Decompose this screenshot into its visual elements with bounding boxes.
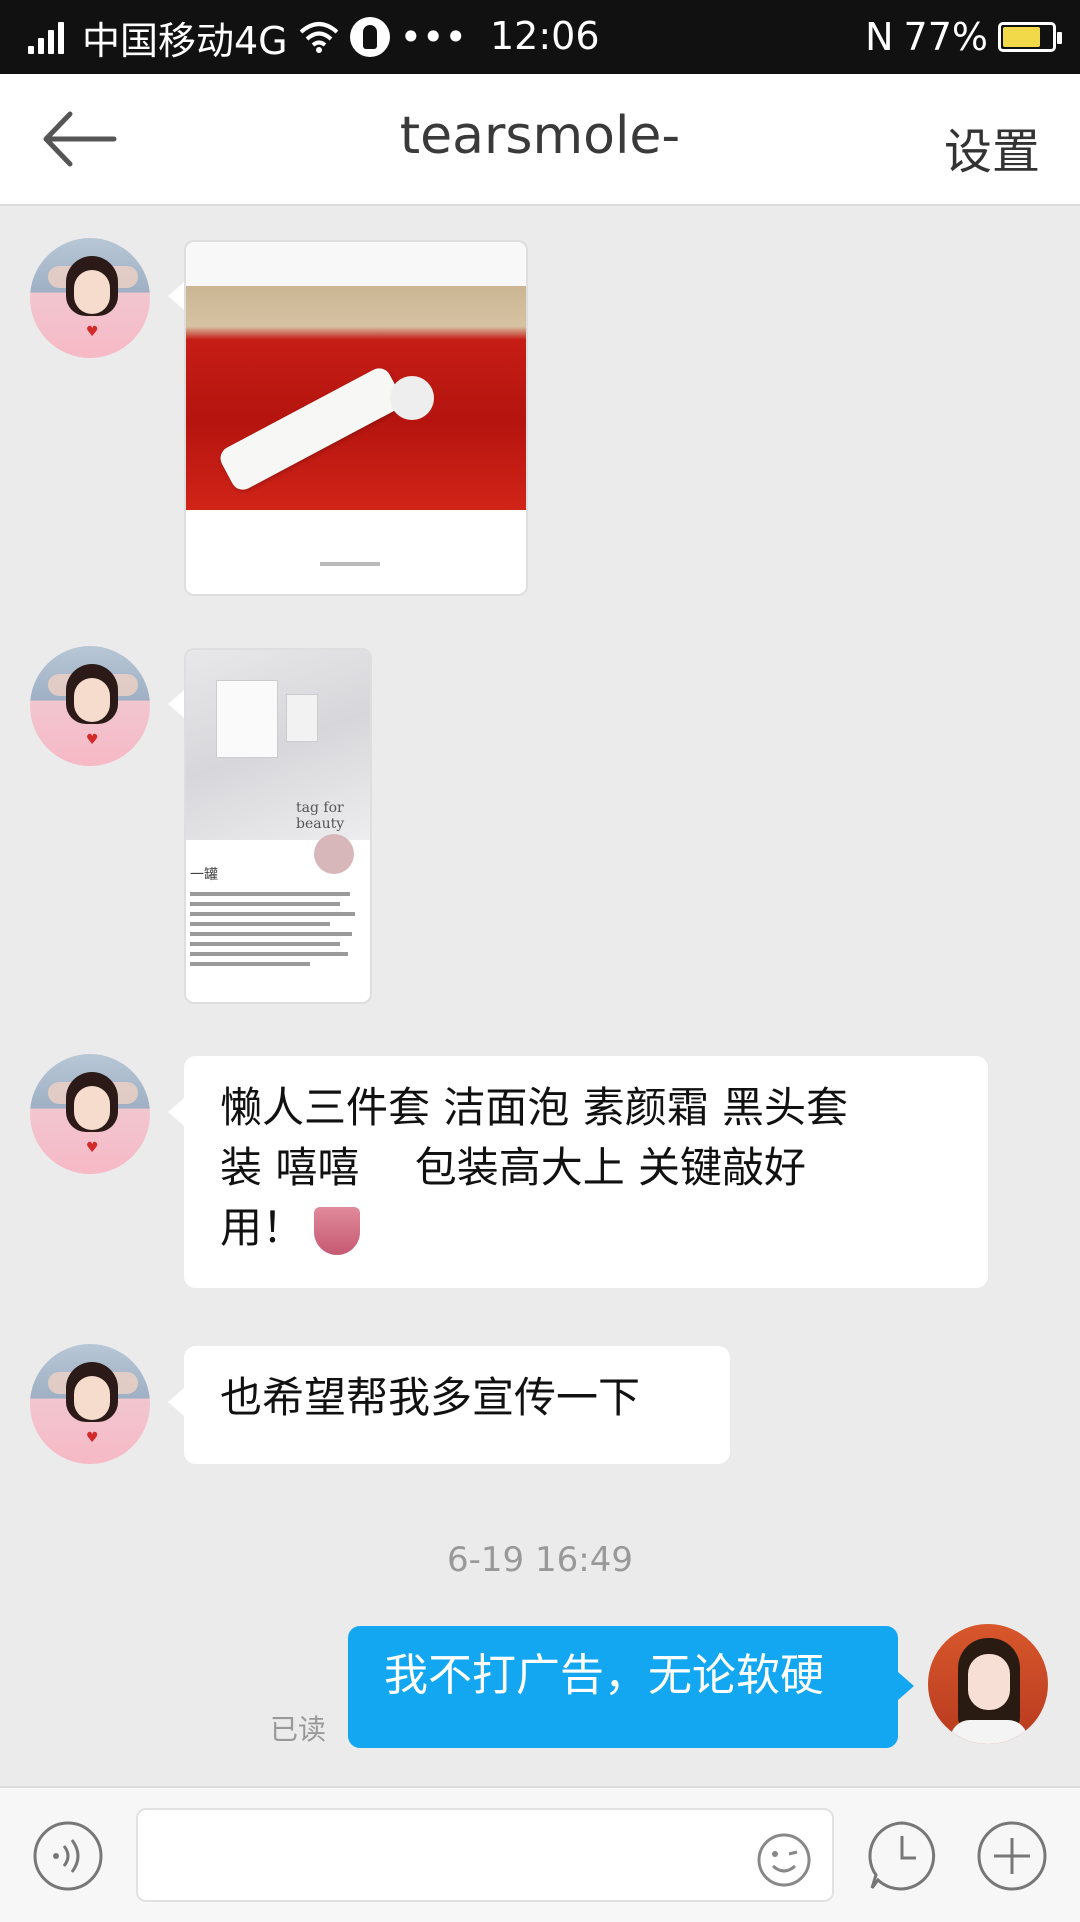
battery-icon bbox=[998, 22, 1062, 52]
image-message[interactable]: tag for beauty 一罐 bbox=[184, 648, 372, 1004]
wifi-icon bbox=[299, 22, 338, 53]
message-line: 用！ bbox=[220, 1203, 305, 1252]
my-text-message[interactable]: 我不打广告，无论软硬 bbox=[348, 1626, 898, 1748]
bubble-tail bbox=[898, 1672, 914, 1700]
status-right: N 77% bbox=[865, 12, 1062, 62]
nfc-icon: N bbox=[865, 15, 894, 59]
settings-button[interactable]: 设置 bbox=[944, 112, 1040, 182]
notification-icon bbox=[349, 17, 390, 57]
chat-header: tearsmole- 设置 bbox=[0, 74, 1080, 206]
message-line: 懒人三件套 洁面泡 素颜霜 黑头套 bbox=[220, 1083, 849, 1132]
message-input[interactable] bbox=[136, 1808, 834, 1902]
tongue-emoji-icon bbox=[314, 1206, 361, 1255]
read-receipt: 已读 bbox=[270, 1713, 327, 1746]
bubble-tail bbox=[168, 282, 184, 310]
status-left: 中国移动4G ••• bbox=[28, 12, 467, 63]
product-photo bbox=[186, 286, 526, 510]
message-line: 装 嘻嘻 包装高大上 关键敲好 bbox=[220, 1143, 807, 1192]
message-text: 也希望帮我多宣传一下 bbox=[220, 1373, 641, 1422]
image-title-text: 一罐 bbox=[190, 867, 218, 883]
product-photo: tag for beauty bbox=[186, 650, 370, 840]
carrier-label: 中国移动4G bbox=[82, 18, 288, 63]
text-message[interactable]: 懒人三件套 洁面泡 素颜霜 黑头套 装 嘻嘻 包装高大上 关键敲好 用！ bbox=[184, 1056, 988, 1288]
time-separator: 6-19 16:49 bbox=[447, 1540, 633, 1580]
clock-icon[interactable] bbox=[866, 1820, 938, 1892]
contact-avatar[interactable]: ♥ bbox=[30, 1054, 150, 1174]
my-avatar[interactable] bbox=[928, 1624, 1048, 1744]
emoji-icon[interactable] bbox=[756, 1832, 812, 1888]
battery-fill bbox=[1003, 27, 1040, 47]
more-notifications: ••• bbox=[399, 15, 467, 59]
bubble-tail bbox=[168, 1098, 184, 1126]
clock: 12:06 bbox=[490, 14, 600, 58]
message-line-with-emoji: 用！ bbox=[220, 1198, 952, 1258]
text-message[interactable]: 也希望帮我多宣传一下 bbox=[184, 1346, 730, 1464]
plus-icon[interactable] bbox=[976, 1820, 1048, 1892]
image-message[interactable] bbox=[184, 240, 528, 596]
input-bar bbox=[0, 1786, 1080, 1922]
signal-icon bbox=[28, 20, 64, 54]
voice-icon[interactable] bbox=[32, 1820, 104, 1892]
bubble-tail bbox=[168, 690, 184, 718]
image-brand-text: tag for beauty bbox=[296, 800, 345, 832]
contact-avatar[interactable]: ♥ bbox=[30, 1344, 150, 1464]
message-text: 我不打广告，无论软硬 bbox=[384, 1650, 824, 1701]
contact-avatar[interactable]: ♥ bbox=[30, 238, 150, 358]
battery-percent: 77% bbox=[903, 15, 988, 59]
chat-title: tearsmole- bbox=[399, 106, 681, 166]
contact-avatar[interactable]: ♥ bbox=[30, 646, 150, 766]
status-bar: 中国移动4G ••• 12:06 N 77% bbox=[0, 0, 1080, 74]
bubble-tail bbox=[168, 1388, 184, 1416]
